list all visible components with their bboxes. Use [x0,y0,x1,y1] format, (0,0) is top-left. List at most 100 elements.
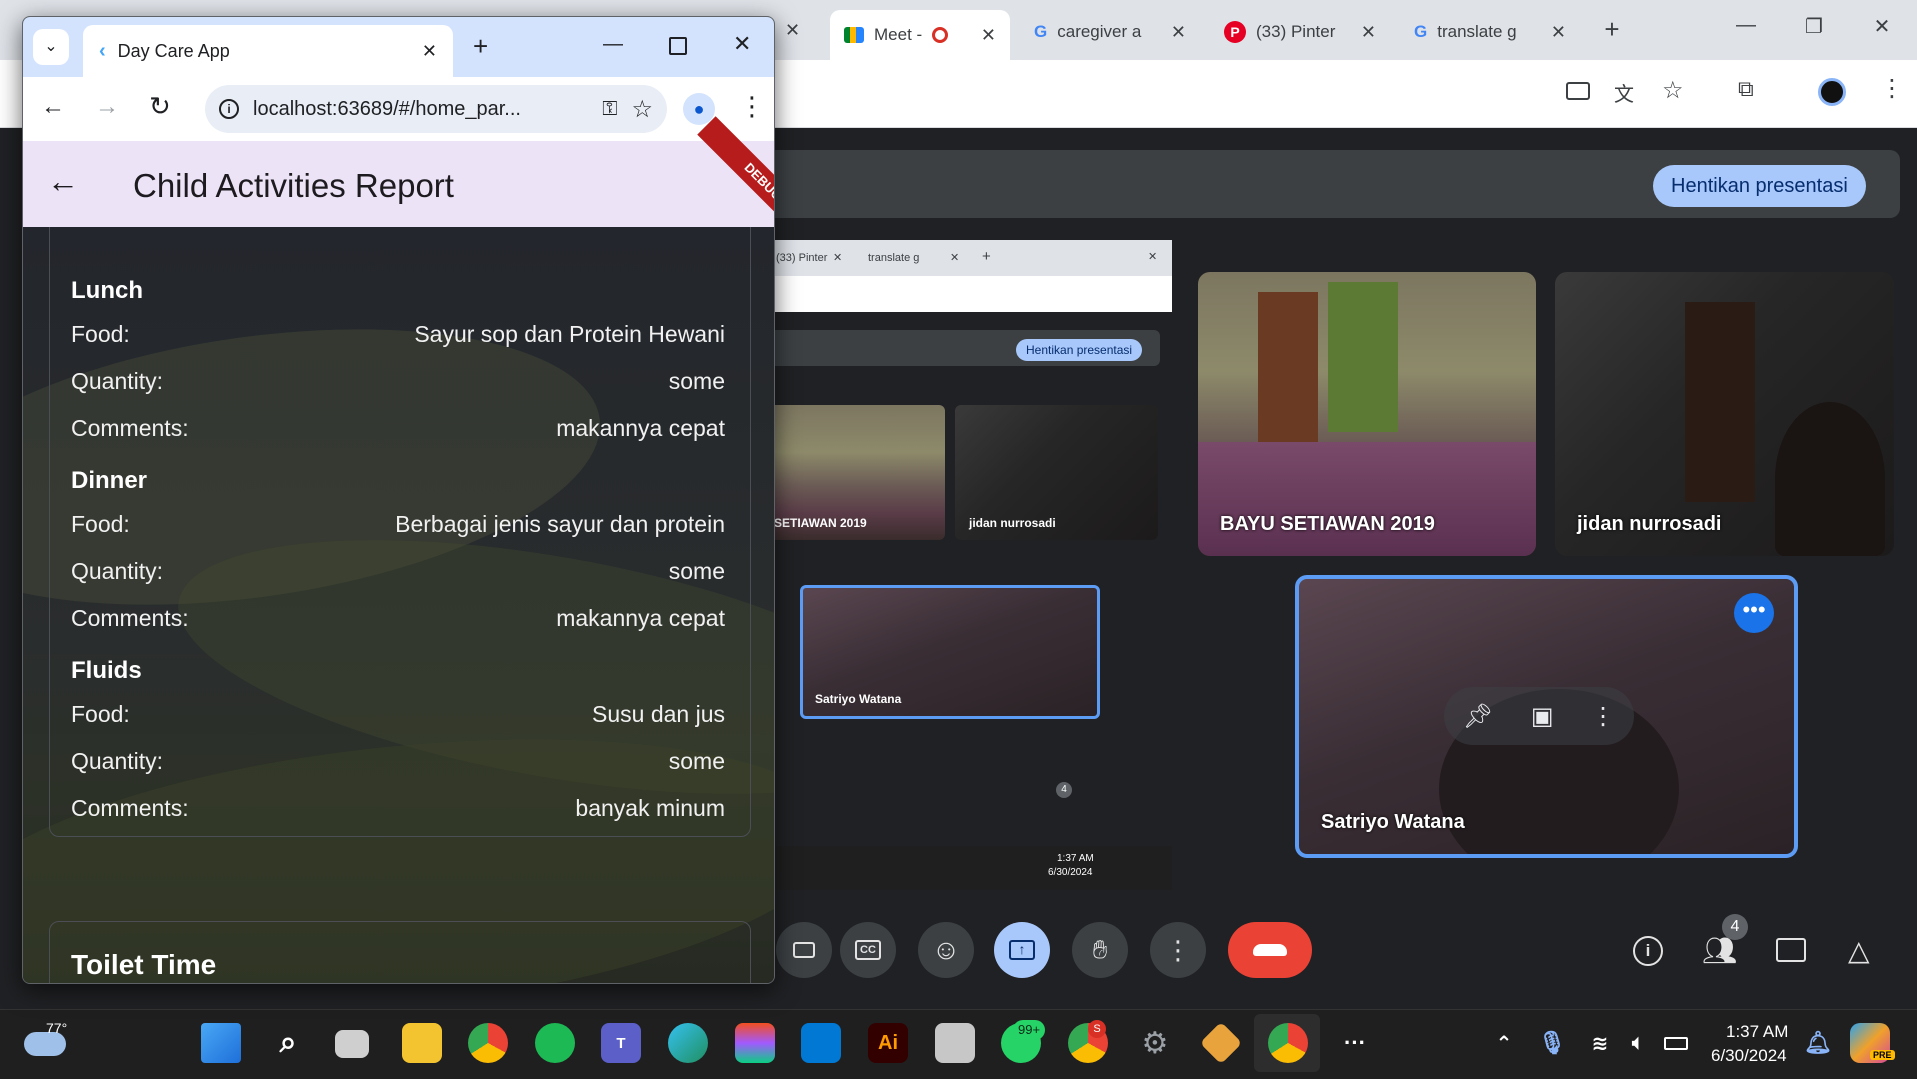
close-tab-icon[interactable]: ✕ [1551,22,1566,43]
more-options-button[interactable]: ⋮ [1150,922,1206,978]
new-tab-button[interactable]: + [1592,14,1632,45]
leave-call-button[interactable] [1228,922,1312,978]
file-explorer-icon[interactable] [402,1023,442,1063]
url-text[interactable]: localhost:63689/#/home_par... [253,98,588,121]
tab-meet[interactable]: Meet - ✕ [830,10,1010,60]
frame-person-icon[interactable]: ▣ [1531,702,1554,731]
captions-button[interactable]: CC [840,922,896,978]
clock-date[interactable]: 6/30/2024 [1711,1046,1787,1066]
new-tab-button[interactable]: + [473,31,488,62]
password-key-icon[interactable]: ⚿ [602,98,617,121]
preview-stop-presenting: Hentikan presentasi [1016,339,1143,361]
tab-translate[interactable]: G translate g ✕ [1400,12,1580,52]
close-tab-icon[interactable]: ✕ [981,25,996,46]
close-window-button[interactable]: ✕ [1862,14,1902,39]
notification-bell-icon[interactable]: 🔔︎ [1798,1023,1838,1063]
preview-tab-label: translate g [868,252,920,264]
clock-time[interactable]: 1:37 AM [1726,1022,1788,1042]
battery-icon[interactable] [1656,1023,1696,1063]
restore-button[interactable]: ❐ [1794,14,1834,39]
row-label: Comments: [71,795,189,821]
participant-name: jidan nurrosadi [969,516,1056,530]
participant-tile-bayu[interactable]: BAYU SETIAWAN 2019 [1198,272,1536,556]
copilot-badge: PRE [1870,1050,1895,1060]
vscode-icon[interactable] [801,1023,841,1063]
preview-participant-count: 4 [1056,782,1072,798]
illustrator-icon[interactable]: Ai [868,1023,908,1063]
camera-permission-icon[interactable] [1566,82,1590,100]
teams-icon[interactable]: T [601,1023,641,1063]
fluids-comments-row: Comments: banyak minum [71,795,725,822]
chrome-active-icon[interactable] [1268,1023,1308,1063]
row-value: some [668,368,725,394]
translate-icon[interactable]: 文 [1614,78,1634,107]
tab-caregiver[interactable]: G caregiver a ✕ [1020,12,1200,52]
volume-icon[interactable]: 🔈︎ [1618,1023,1658,1063]
minimize-button[interactable]: — [1726,14,1766,37]
hand-icon: ✋︎ [1092,934,1108,964]
stop-presenting-button[interactable]: Hentikan presentasi [1653,165,1866,207]
bookmark-star-icon[interactable]: ☆ [631,95,653,124]
meet-control-bar: CC ☺ ↑ ✋︎ ⋮ i 👥︎ 4 △ [760,914,1917,980]
more-options-icon[interactable]: ••• [1734,593,1774,633]
report-scroll-area[interactable]: Lunch Food: Sayur sop dan Protein Hewani… [23,227,774,983]
chrome-profile-icon[interactable] [468,1023,508,1063]
close-tab-icon[interactable]: ✕ [785,20,800,41]
room-door [1685,302,1755,502]
present-button[interactable]: ↑ [994,922,1050,978]
settings-icon[interactable]: ⚙ [1135,1023,1175,1063]
menu-kebab-icon[interactable]: ⋮ [1880,74,1904,103]
meeting-info-icon[interactable]: i [1633,936,1663,966]
pin-icon[interactable]: 📌︎ [1463,702,1493,731]
participant-name: Satriyo Watana [815,692,902,706]
menu-kebab-icon[interactable]: ⋮ [739,91,765,122]
tab-search-button[interactable]: ⌄ [33,29,69,65]
start-icon[interactable] [201,1023,241,1063]
maximize-button[interactable] [669,37,687,55]
edge-icon[interactable] [668,1023,708,1063]
activities-icon[interactable]: △ [1848,934,1870,967]
show-hidden-icons[interactable]: ⌃ [1484,1023,1524,1063]
close-window-button[interactable]: ✕ [733,31,751,57]
extensions-icon[interactable]: ⧉ [1738,76,1754,102]
site-info-icon[interactable]: i [219,99,239,119]
captions-icon: CC [855,940,881,960]
tile-kebab-icon[interactable]: ⋮ [1591,702,1615,731]
tab-translate-label: translate g [1437,22,1517,41]
section-title-dinner: Dinner [71,467,148,494]
camera-button[interactable] [776,922,832,978]
close-tab-icon[interactable]: ✕ [1171,22,1186,43]
search-icon[interactable]: ⌕ [268,1023,308,1063]
chat-icon[interactable] [1776,938,1806,962]
emoji-button[interactable]: ☺ [918,922,974,978]
task-view-icon[interactable] [335,1030,369,1058]
close-tab-icon[interactable]: ✕ [422,41,437,62]
weather-temp: 77° [46,1020,68,1036]
back-arrow-icon[interactable]: ← [47,163,79,200]
overflow-icon[interactable]: ··· [1335,1023,1375,1063]
spotify-icon[interactable] [535,1023,575,1063]
raise-hand-button[interactable]: ✋︎ [1072,922,1128,978]
back-arrow-icon[interactable]: ← [41,93,65,121]
tab-caregiver-label: caregiver a [1057,22,1142,41]
row-value: makannya cepat [556,605,725,631]
tab-day-care-app[interactable]: ‹ Day Care App ✕ [83,25,453,77]
close-tab-icon[interactable]: ✕ [1361,22,1376,43]
address-bar[interactable]: i localhost:63689/#/home_par... ⚿ ☆ [205,85,667,133]
flutter-logo-icon: ‹ [99,39,106,62]
reload-icon[interactable]: ↻ [149,91,171,122]
remote-desktop-icon[interactable] [935,1023,975,1063]
participant-tile-satriyo[interactable]: ••• 📌︎ ▣ ⋮ Satriyo Watana [1295,575,1798,858]
bookmark-star-icon[interactable]: ☆ [1662,76,1684,105]
figma-icon[interactable] [735,1023,775,1063]
wifi-icon[interactable]: ≋ [1580,1023,1620,1063]
row-value: Berbagai jenis sayur dan protein [395,511,725,537]
participant-tile-jidan[interactable]: jidan nurrosadi [1555,272,1894,556]
minimize-button[interactable]: — [603,33,623,56]
forward-arrow-icon[interactable]: → [95,93,119,121]
fluids-food-row: Food: Susu dan jus [71,701,725,728]
microphone-icon[interactable]: 🎙︎ [1532,1023,1572,1063]
profile-avatar[interactable] [1818,78,1846,106]
preview-tile-jidan: jidan nurrosadi [955,405,1158,540]
tab-pinterest[interactable]: P (33) Pinter ✕ [1210,12,1390,52]
